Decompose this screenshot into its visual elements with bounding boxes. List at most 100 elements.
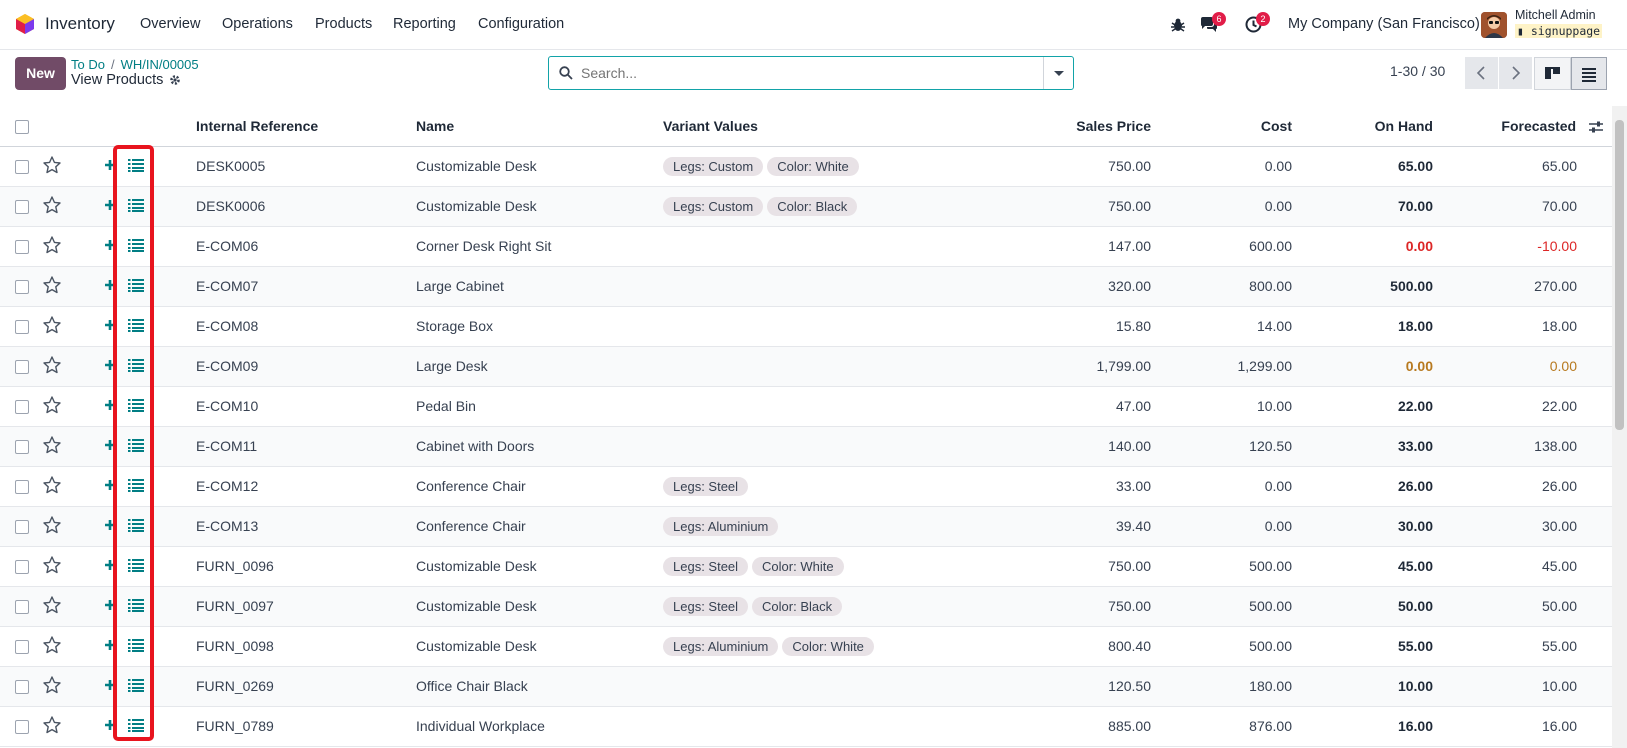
row-checkbox[interactable] bbox=[15, 720, 29, 735]
cell-internal-reference[interactable]: E-COM11 bbox=[196, 426, 416, 467]
cell-internal-reference[interactable]: FURN_0096 bbox=[196, 546, 416, 587]
vertical-scrollbar[interactable] bbox=[1612, 106, 1627, 748]
plus-icon[interactable] bbox=[104, 239, 116, 251]
plus-icon[interactable] bbox=[104, 439, 116, 451]
cell-sales-price[interactable]: 1,799.00 bbox=[1013, 346, 1163, 387]
list-details-icon[interactable] bbox=[128, 238, 144, 252]
star-icon[interactable] bbox=[42, 475, 62, 495]
list-details-icon[interactable] bbox=[128, 718, 144, 732]
cell-cost[interactable]: 1,299.00 bbox=[1163, 346, 1304, 387]
cell-internal-reference[interactable]: FURN_0098 bbox=[196, 626, 416, 667]
bug-icon[interactable] bbox=[1170, 17, 1186, 33]
cell-cost[interactable]: 600.00 bbox=[1163, 226, 1304, 267]
company-switcher[interactable]: My Company (San Francisco) bbox=[1288, 16, 1480, 32]
cell-cost[interactable]: 180.00 bbox=[1163, 666, 1304, 707]
list-details-icon[interactable] bbox=[128, 678, 144, 692]
cell-on-hand[interactable]: 10.00 bbox=[1304, 666, 1445, 707]
header-cost[interactable]: Cost bbox=[1163, 106, 1304, 147]
cell-name[interactable]: Storage Box bbox=[416, 306, 663, 347]
list-view-button[interactable] bbox=[1571, 57, 1607, 90]
star-icon[interactable] bbox=[42, 315, 62, 335]
plus-icon[interactable] bbox=[104, 599, 116, 611]
cell-sales-price[interactable]: 320.00 bbox=[1013, 266, 1163, 307]
cell-sales-price[interactable]: 750.00 bbox=[1013, 546, 1163, 587]
cell-cost[interactable]: 500.00 bbox=[1163, 586, 1304, 627]
cell-variant-values[interactable] bbox=[663, 346, 1013, 387]
plus-icon[interactable] bbox=[104, 319, 116, 331]
pager-next-button[interactable] bbox=[1499, 57, 1532, 89]
plus-icon[interactable] bbox=[104, 199, 116, 211]
cell-variant-values[interactable]: Legs: Custom Color: White bbox=[663, 146, 1013, 187]
add-cell[interactable] bbox=[82, 266, 116, 307]
favorite-cell[interactable] bbox=[42, 626, 82, 667]
row-checkbox[interactable] bbox=[15, 240, 29, 255]
cell-on-hand[interactable]: 70.00 bbox=[1304, 186, 1445, 227]
cell-name[interactable]: Large Desk bbox=[416, 346, 663, 387]
cell-on-hand[interactable]: 33.00 bbox=[1304, 426, 1445, 467]
user-avatar[interactable] bbox=[1481, 12, 1507, 38]
star-icon[interactable] bbox=[42, 275, 62, 295]
user-name[interactable]: Mitchell Admin bbox=[1515, 8, 1596, 22]
row-checkbox[interactable] bbox=[15, 160, 29, 175]
plus-icon[interactable] bbox=[104, 679, 116, 691]
favorite-cell[interactable] bbox=[42, 226, 82, 267]
cell-internal-reference[interactable]: E-COM10 bbox=[196, 386, 416, 427]
cell-name[interactable]: Conference Chair bbox=[416, 466, 663, 507]
action-cell[interactable] bbox=[116, 666, 196, 707]
cell-on-hand[interactable]: 16.00 bbox=[1304, 706, 1445, 747]
action-cell[interactable] bbox=[116, 706, 196, 747]
cell-cost[interactable]: 10.00 bbox=[1163, 386, 1304, 427]
star-icon[interactable] bbox=[42, 355, 62, 375]
pager-value[interactable]: 1-30 / 30 bbox=[1390, 63, 1445, 79]
add-cell[interactable] bbox=[82, 226, 116, 267]
star-icon[interactable] bbox=[42, 235, 62, 255]
header-variant-values[interactable]: Variant Values bbox=[663, 106, 1013, 147]
cell-name[interactable]: Conference Chair bbox=[416, 506, 663, 547]
table-row[interactable]: FURN_0096 Customizable Desk Legs: Steel C… bbox=[0, 546, 1612, 587]
app-logo-icon[interactable] bbox=[15, 13, 35, 35]
star-icon[interactable] bbox=[42, 635, 62, 655]
cell-variant-values[interactable]: Legs: Steel Color: Black bbox=[663, 586, 1013, 627]
menu-products[interactable]: Products bbox=[315, 16, 372, 32]
table-row[interactable]: E-COM10 Pedal Bin 47.00 10.00 22.00 22.0… bbox=[0, 386, 1612, 427]
table-row[interactable]: E-COM07 Large Cabinet 320.00 800.00 500.… bbox=[0, 266, 1612, 307]
cell-variant-values[interactable] bbox=[663, 226, 1013, 267]
star-icon[interactable] bbox=[42, 595, 62, 615]
list-details-icon[interactable] bbox=[128, 198, 144, 212]
cell-name[interactable]: Customizable Desk bbox=[416, 626, 663, 667]
cell-internal-reference[interactable]: E-COM12 bbox=[196, 466, 416, 507]
add-cell[interactable] bbox=[82, 706, 116, 747]
cell-variant-values[interactable]: Legs: Custom Color: Black bbox=[663, 186, 1013, 227]
cell-internal-reference[interactable]: E-COM13 bbox=[196, 506, 416, 547]
cell-on-hand[interactable]: 65.00 bbox=[1304, 146, 1445, 187]
favorite-cell[interactable] bbox=[42, 546, 82, 587]
cell-internal-reference[interactable]: DESK0006 bbox=[196, 186, 416, 227]
plus-icon[interactable] bbox=[104, 359, 116, 371]
cell-sales-price[interactable]: 750.00 bbox=[1013, 186, 1163, 227]
table-row[interactable]: E-COM09 Large Desk 1,799.00 1,299.00 0.0… bbox=[0, 346, 1612, 387]
cell-on-hand[interactable]: 18.00 bbox=[1304, 306, 1445, 347]
cell-variant-values[interactable]: Legs: Aluminium Color: White bbox=[663, 626, 1013, 667]
row-checkbox[interactable] bbox=[15, 520, 29, 535]
cell-name[interactable]: Customizable Desk bbox=[416, 546, 663, 587]
menu-configuration[interactable]: Configuration bbox=[478, 16, 564, 32]
cell-internal-reference[interactable]: E-COM07 bbox=[196, 266, 416, 307]
action-cell[interactable] bbox=[116, 346, 196, 387]
cell-cost[interactable]: 0.00 bbox=[1163, 186, 1304, 227]
favorite-cell[interactable] bbox=[42, 386, 82, 427]
table-row[interactable]: DESK0005 Customizable Desk Legs: Custom C… bbox=[0, 146, 1612, 187]
cell-sales-price[interactable]: 885.00 bbox=[1013, 706, 1163, 747]
action-cell[interactable] bbox=[116, 466, 196, 507]
star-icon[interactable] bbox=[42, 675, 62, 695]
cell-sales-price[interactable]: 33.00 bbox=[1013, 466, 1163, 507]
favorite-cell[interactable] bbox=[42, 346, 82, 387]
cell-cost[interactable]: 800.00 bbox=[1163, 266, 1304, 307]
action-cell[interactable] bbox=[116, 306, 196, 347]
cell-name[interactable]: Individual Workplace bbox=[416, 706, 663, 747]
cell-variant-values[interactable] bbox=[663, 386, 1013, 427]
cell-on-hand[interactable]: 26.00 bbox=[1304, 466, 1445, 507]
table-row[interactable]: E-COM12 Conference Chair Legs: Steel 33.… bbox=[0, 466, 1612, 507]
cell-on-hand[interactable]: 50.00 bbox=[1304, 586, 1445, 627]
plus-icon[interactable] bbox=[104, 159, 116, 171]
cell-name[interactable]: Pedal Bin bbox=[416, 386, 663, 427]
